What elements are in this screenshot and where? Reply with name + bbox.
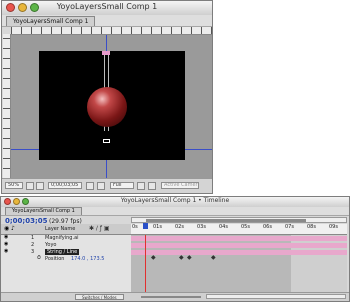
layer-row[interactable]: ◉ 2 Yoyo xyxy=(1,241,131,248)
ruler-label: 03s xyxy=(197,224,206,230)
ruler-label: 06s xyxy=(263,224,272,230)
eye-icon: ◉ xyxy=(4,225,10,232)
composition-window: YoyoLayersSmall Comp 1 YoyoLayersSmall C… xyxy=(1,0,213,194)
layer-visibility-icon[interactable]: ◉ xyxy=(4,241,8,247)
comp-pasteboard[interactable] xyxy=(11,35,212,179)
ruler-label: 04s xyxy=(219,224,228,230)
layer-bar[interactable] xyxy=(131,236,347,241)
comp-timecode[interactable]: 0;00;03;05 xyxy=(48,182,82,189)
audio-icon: ♪ xyxy=(11,225,15,232)
layer-number: 2 xyxy=(31,242,35,248)
ruler-label: 05s xyxy=(241,224,250,230)
resolution-select[interactable]: Full xyxy=(110,182,134,189)
layer-row[interactable]: ◉ 1 Magnifying.ai xyxy=(1,234,131,241)
property-value[interactable]: 174.0 , 173.5 xyxy=(71,256,104,262)
horizontal-scrollbar[interactable] xyxy=(206,294,346,299)
ruler-label: 0s xyxy=(132,224,138,230)
layer-handle[interactable] xyxy=(103,139,110,143)
layer-bar[interactable] xyxy=(131,250,347,255)
comp-footer: 50% 0;00;03;05 Full Active Camera xyxy=(2,178,212,193)
layer-visibility-icon[interactable]: ◉ xyxy=(4,248,8,254)
layer-number: 1 xyxy=(31,235,35,241)
layer-name[interactable]: Yoyo xyxy=(45,242,56,248)
layer-visibility-icon[interactable]: ◉ xyxy=(4,234,8,240)
vertical-ruler[interactable] xyxy=(3,34,11,179)
channel-icon[interactable] xyxy=(97,182,105,190)
comp-tab[interactable]: YoyoLayersSmall Comp 1 xyxy=(6,16,96,26)
yoyo-ball[interactable] xyxy=(87,87,127,127)
time-navigator[interactable] xyxy=(131,217,347,223)
horizontal-ruler[interactable] xyxy=(11,27,212,35)
ruler-label: 09s xyxy=(329,224,338,230)
layer-list: ◉ 1 Magnifying.ai ◉ 2 Yoyo ◉ 3 String / … xyxy=(1,234,131,293)
property-row[interactable]: ⏱ Position 174.0 , 173.5 xyxy=(1,255,131,262)
playhead-handle[interactable] xyxy=(143,223,148,229)
layer-name[interactable]: Magnifying.ai xyxy=(45,235,79,241)
playhead[interactable] xyxy=(145,235,146,293)
timeline-window: YoyoLayersSmall Comp 1 • Timeline YoyoLa… xyxy=(0,196,350,302)
layer-bar[interactable] xyxy=(131,243,347,248)
layer-row-selected[interactable]: ◉ 3 String / Line xyxy=(1,248,131,255)
grid-button[interactable] xyxy=(36,182,44,190)
comp-canvas[interactable] xyxy=(39,51,185,160)
layer-name[interactable]: String / Line xyxy=(45,249,80,255)
track-area[interactable]: ◆ ◆ ◆ ◆ xyxy=(131,235,347,293)
zoom-select[interactable]: 50% xyxy=(5,182,23,189)
ruler-label: 02s xyxy=(175,224,184,230)
zoom-slider[interactable] xyxy=(141,296,201,298)
timeline-tab[interactable]: YoyoLayersSmall Comp 1 xyxy=(5,207,82,215)
ruler-label: 01s xyxy=(153,224,162,230)
work-area-bar[interactable] xyxy=(146,219,306,222)
layer-number: 3 xyxy=(31,249,35,255)
comp-tab-strip: YoyoLayersSmall Comp 1 xyxy=(2,15,212,27)
switches-modes-button[interactable]: Switches / Modes xyxy=(75,294,124,300)
safe-zones-button[interactable] xyxy=(26,182,34,190)
stopwatch-icon[interactable]: ⏱ xyxy=(37,255,41,261)
timeline-tab-strip: YoyoLayersSmall Comp 1 xyxy=(1,207,349,216)
snapshot-icon[interactable] xyxy=(86,182,94,190)
property-name[interactable]: Position xyxy=(45,256,64,262)
comp-window-title: YoyoLayersSmall Comp 1 xyxy=(56,2,158,11)
layer-name-header[interactable]: Layer Name xyxy=(45,226,75,232)
comp-title-bar[interactable]: YoyoLayersSmall Comp 1 xyxy=(2,1,212,16)
keyframe[interactable]: ◆ xyxy=(179,254,184,261)
transparency-grid-icon[interactable] xyxy=(148,182,156,190)
ruler-label: 07s xyxy=(285,224,294,230)
timeline-footer: Switches / Modes xyxy=(1,292,349,301)
keyframe[interactable]: ◆ xyxy=(211,254,216,261)
time-ruler[interactable]: 0s 01s 02s 03s 04s 05s 06s 07s 08s 09s xyxy=(131,224,347,235)
ruler-label: 08s xyxy=(307,224,316,230)
keyframe[interactable]: ◆ xyxy=(151,254,156,261)
roi-icon[interactable] xyxy=(137,182,145,190)
layer-column-header: ◉ ♪ Layer Name ✱ ∕ ƒ ▣ xyxy=(1,224,131,235)
camera-select[interactable]: Active Camera xyxy=(161,182,199,189)
keyframe[interactable]: ◆ xyxy=(187,254,192,261)
switches-header-icons: ✱ ∕ ƒ ▣ xyxy=(89,225,110,232)
timeline-window-title: YoyoLayersSmall Comp 1 • Timeline xyxy=(120,197,230,204)
string-anchor-handle[interactable] xyxy=(102,51,110,55)
